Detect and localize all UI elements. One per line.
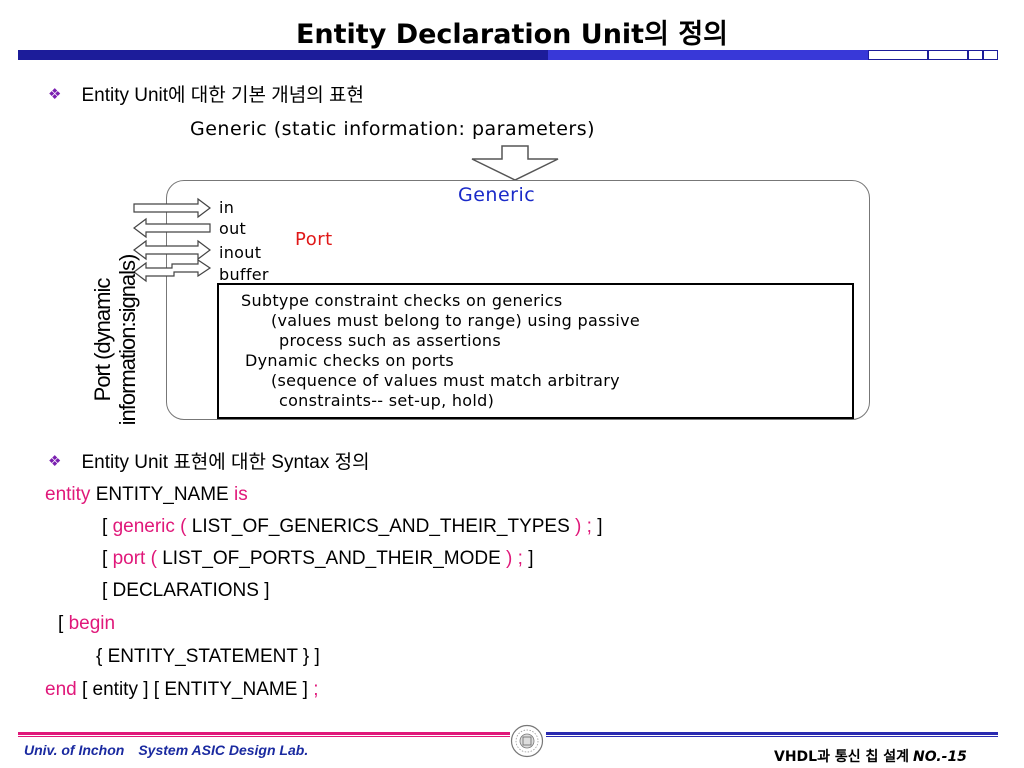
buffer-arrow-icon (133, 258, 212, 283)
syntax-line-statement: { ENTITY_STATEMENT } ] (96, 646, 320, 667)
check-line: Dynamic checks on ports (245, 351, 454, 370)
in-arrow-icon (133, 197, 211, 219)
syntax-line-generic: [ generic ( LIST_OF_GENERICS_AND_THEIR_T… (102, 516, 603, 537)
slide-title: Entity Declaration Unit의 정의 (295, 19, 729, 50)
bullet-item-concept: ❖ Entity Unit에 대한 기본 개념의 표현 (48, 80, 364, 107)
footer-divider-right-thin (546, 736, 998, 737)
check-line: constraints-- set-up, hold) (279, 391, 495, 410)
footer-affiliation: Univ. of Inchon System ASIC Design Lab. (24, 742, 308, 758)
syntax-line-end: end [ entity ] [ ENTITY_NAME ] ; (45, 679, 319, 700)
port-direction-arrows (133, 197, 212, 283)
inout-arrow-icon (133, 239, 211, 261)
port-label: Port (295, 229, 333, 250)
check-line: Subtype constraint checks on generics (241, 291, 563, 310)
bullet-text: Entity Unit 표현에 대한 Syntax 정의 (81, 452, 370, 473)
footer-course-title: VHDL과 통신 칩 설계 (774, 749, 909, 765)
university-seal-icon (510, 724, 544, 758)
generic-label: Generic (458, 184, 536, 206)
bullet-item-syntax: ❖ Entity Unit 표현에 대한 Syntax 정의 (48, 447, 370, 474)
port-mode-buffer: buffer (219, 265, 269, 284)
footer-lab: System ASIC Design Lab. (138, 742, 309, 758)
generic-caption: Generic (static information: parameters) (190, 118, 596, 140)
constraint-checks-box: Subtype constraint checks on generics (v… (217, 283, 854, 419)
footer-divider-left-thin (18, 736, 510, 737)
check-line: (sequence of values must match arbitrary (271, 371, 620, 390)
title-decoration-bar (18, 50, 998, 60)
syntax-line-declarations: [ DECLARATIONS ] (102, 580, 270, 601)
syntax-line-begin: [ begin (58, 613, 116, 634)
port-mode-out: out (219, 219, 247, 238)
bullet-text: Entity Unit에 대한 기본 개념의 표현 (81, 85, 364, 106)
footer-divider-left (18, 732, 510, 735)
out-arrow-icon (133, 217, 211, 239)
footer-course: VHDL과 통신 칩 설계 NO.-15 (774, 746, 967, 766)
syntax-line-entity: entity ENTITY_NAME is (45, 484, 248, 505)
four-diamond-bullet-icon: ❖ (48, 85, 62, 103)
check-line: process such as assertions (279, 331, 501, 350)
down-arrow-icon (471, 145, 559, 181)
footer-univ: Univ. of Inchon (24, 742, 125, 758)
port-dynamic-label: Port (dynamic information:signals) (90, 254, 140, 426)
four-diamond-bullet-icon: ❖ (48, 452, 62, 470)
syntax-line-port: [ port ( LIST_OF_PORTS_AND_THEIR_MODE ) … (102, 548, 534, 569)
check-line: (values must belong to range) using pass… (271, 311, 641, 330)
page-number: NO.-15 (913, 749, 967, 765)
footer-divider-right (546, 732, 998, 735)
port-mode-inout: inout (219, 243, 262, 262)
